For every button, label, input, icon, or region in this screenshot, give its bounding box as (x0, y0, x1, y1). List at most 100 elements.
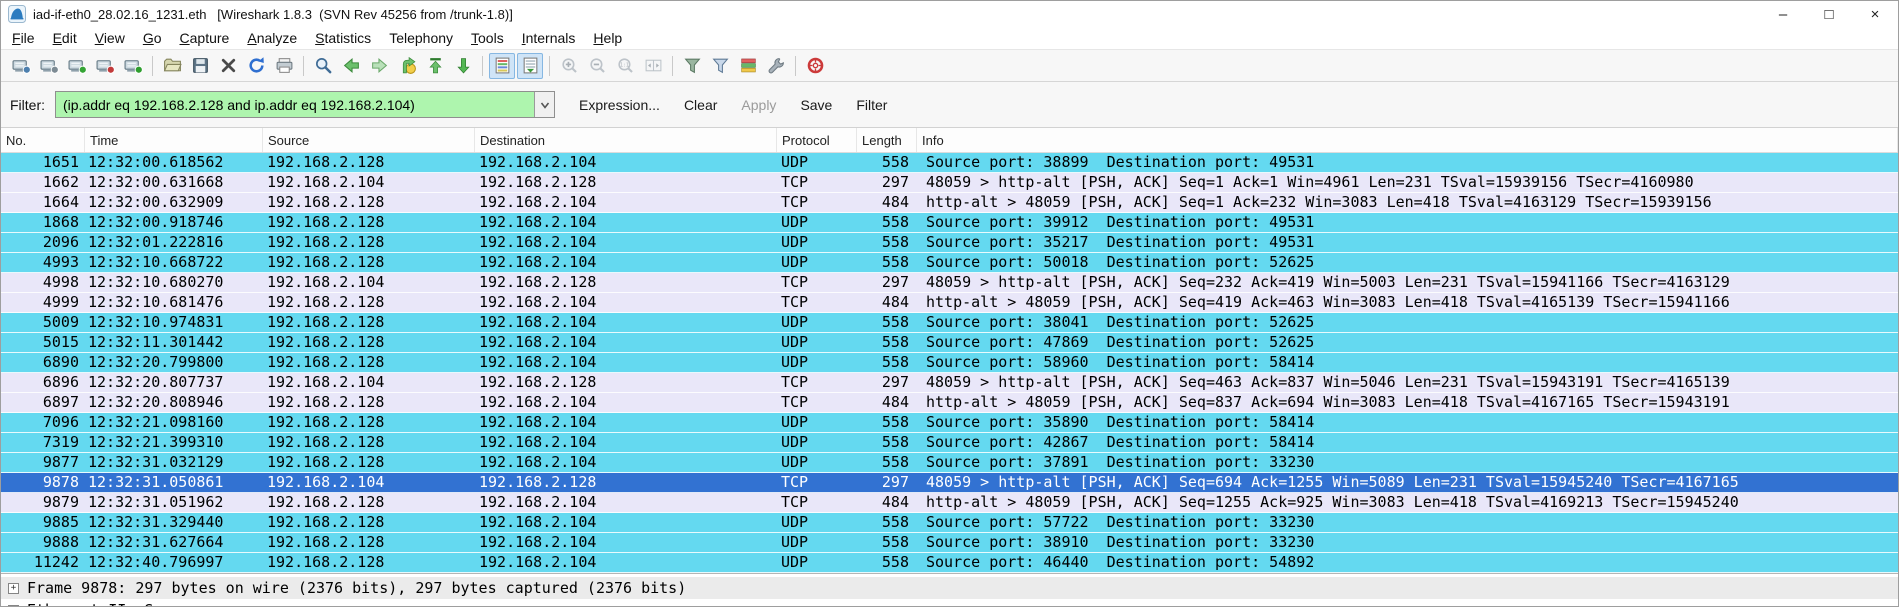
menu-statistics[interactable]: Statistics (306, 30, 380, 46)
column-header-protocol[interactable]: Protocol (777, 128, 857, 152)
detail-text: Ethernet II, Src: ... (27, 601, 217, 606)
packet-row[interactable]: 1664 12:32:00.632909 192.168.2.128 192.168.… (1, 193, 1898, 213)
column-header-destination[interactable]: Destination (475, 128, 777, 152)
packet-row[interactable]: 11242 12:32:40.796997 192.168.2.128 192.168… (1, 553, 1898, 573)
file-save-icon[interactable] (187, 53, 213, 79)
go-bottom-icon[interactable] (450, 53, 476, 79)
capture-restart-icon[interactable] (120, 53, 146, 79)
capture-start-icon[interactable] (64, 53, 90, 79)
file-open-icon[interactable] (159, 53, 185, 79)
packet-row[interactable]: 4999 12:32:10.681476 192.168.2.128 192.168.… (1, 293, 1898, 313)
cell-info: http-alt > 48059 [PSH, ACK] Seq=1255 Ack… (926, 493, 1739, 511)
cell-no: 1868 (42, 213, 79, 231)
cell-protocol: TCP (781, 193, 809, 211)
menu-telephony[interactable]: Telephony (380, 30, 462, 46)
packet-row[interactable]: 1651 12:32:00.618562 192.168.2.128 192.168.… (1, 153, 1898, 173)
reload-icon[interactable] (243, 53, 269, 79)
cell-time: 12:32:10.681476 (88, 293, 224, 311)
menu-file[interactable]: File (3, 30, 44, 46)
preferences-icon[interactable] (763, 53, 789, 79)
filter-input[interactable]: (ip.addr eq 192.168.2.128 and ip.addr eq… (55, 91, 555, 118)
packet-row[interactable]: 1868 12:32:00.918746 192.168.2.128 192.168.… (1, 213, 1898, 233)
menu-capture[interactable]: Capture (171, 30, 239, 46)
filter-dropdown-button[interactable] (534, 92, 554, 117)
packet-row[interactable]: 9877 12:32:31.032129 192.168.2.128 192.168.… (1, 453, 1898, 473)
column-header-length[interactable]: Length (857, 128, 917, 152)
cell-protocol: UDP (781, 413, 809, 431)
detail-tree-line[interactable]: + Ethernet II, Src: ... (1, 599, 1898, 606)
packet-row[interactable]: 6896 12:32:20.807737 192.168.2.104 192.168.… (1, 373, 1898, 393)
packet-row[interactable]: 9879 12:32:31.051962 192.168.2.128 192.168.… (1, 493, 1898, 513)
cell-time: 12:32:21.399310 (88, 433, 224, 451)
packet-row[interactable]: 5015 12:32:11.301442 192.168.2.128 192.168.… (1, 333, 1898, 353)
display-filter-icon[interactable] (707, 53, 733, 79)
capture-options-icon[interactable] (36, 53, 62, 79)
packet-row[interactable]: 7319 12:32:21.399310 192.168.2.128 192.168.… (1, 433, 1898, 453)
capture-interfaces-icon[interactable] (8, 53, 34, 79)
menu-view[interactable]: View (86, 30, 134, 46)
cell-destination: 192.168.2.104 (479, 313, 597, 331)
filter-clear-button[interactable]: Clear (684, 97, 717, 113)
filter-label[interactable]: Filter: (10, 97, 45, 113)
packet-row[interactable]: 4998 12:32:10.680270 192.168.2.104 192.168.… (1, 273, 1898, 293)
filter-save-button[interactable]: Save (800, 97, 832, 113)
packet-row[interactable]: 6890 12:32:20.799800 192.168.2.128 192.168.… (1, 353, 1898, 373)
column-header-source[interactable]: Source (263, 128, 475, 152)
go-top-icon[interactable] (422, 53, 448, 79)
maximize-button[interactable]: □ (1806, 1, 1852, 27)
column-header-no[interactable]: No. (1, 128, 85, 152)
cell-info: 48059 > http-alt [PSH, ACK] Seq=694 Ack=… (926, 473, 1739, 491)
resize-columns-icon[interactable] (640, 53, 666, 79)
print-icon[interactable] (271, 53, 297, 79)
cell-protocol: TCP (781, 473, 809, 491)
zoom-out-icon[interactable] (584, 53, 610, 79)
expander-icon[interactable]: + (8, 604, 19, 606)
close-button[interactable]: × (1852, 1, 1898, 27)
find-icon[interactable] (310, 53, 336, 79)
detail-tree-line[interactable]: + Frame 9878: 297 bytes on wire (2376 bit… (1, 577, 1898, 599)
minimize-button[interactable]: – (1760, 1, 1806, 27)
capture-stop-icon[interactable] (92, 53, 118, 79)
go-back-icon[interactable] (338, 53, 364, 79)
filter-apply-button[interactable]: Apply (741, 97, 776, 113)
packet-row[interactable]: 5009 12:32:10.974831 192.168.2.128 192.168.… (1, 313, 1898, 333)
autoscroll-icon[interactable] (517, 52, 543, 79)
packet-row[interactable]: 9885 12:32:31.329440 192.168.2.128 192.168.… (1, 513, 1898, 533)
menu-edit[interactable]: Edit (44, 30, 86, 46)
filter-filter-button[interactable]: Filter (856, 97, 887, 113)
menu-tools[interactable]: Tools (462, 30, 513, 46)
cell-protocol: TCP (781, 273, 809, 291)
go-forward-icon[interactable] (366, 53, 392, 79)
cell-no: 9877 (42, 453, 79, 471)
packet-row[interactable]: 9888 12:32:31.627664 192.168.2.128 192.168.… (1, 533, 1898, 553)
menu-help[interactable]: Help (584, 30, 631, 46)
expander-icon[interactable]: + (8, 582, 19, 594)
packet-row[interactable]: 1662 12:32:00.631668 192.168.2.104 192.168.… (1, 173, 1898, 193)
packet-row[interactable]: 2096 12:32:01.222816 192.168.2.128 192.168.… (1, 233, 1898, 253)
toolbar-separator (795, 55, 796, 76)
cell-time: 12:32:31.032129 (88, 453, 224, 471)
cell-protocol: TCP (781, 373, 809, 391)
menu-internals[interactable]: Internals (513, 30, 585, 46)
help-icon[interactable] (802, 53, 828, 79)
column-header-info[interactable]: Info (917, 128, 1898, 152)
menu-analyze[interactable]: Analyze (238, 30, 306, 46)
go-to-packet-icon[interactable] (394, 53, 420, 79)
packet-row[interactable]: 9878 12:32:31.050861 192.168.2.104 192.168.… (1, 473, 1898, 493)
menu-go[interactable]: Go (134, 30, 171, 46)
cell-no: 7096 (42, 413, 79, 431)
capture-filter-icon[interactable] (679, 53, 705, 79)
colorize-icon[interactable] (489, 52, 515, 79)
file-close-icon[interactable] (215, 53, 241, 79)
packet-row[interactable]: 6897 12:32:20.808946 192.168.2.128 192.168.… (1, 393, 1898, 413)
column-header-time[interactable]: Time (85, 128, 263, 152)
cell-length: 297 (881, 273, 909, 291)
zoom-100-icon[interactable]: 1:1 (612, 53, 638, 79)
packet-row[interactable]: 4993 12:32:10.668722 192.168.2.128 192.168.… (1, 253, 1898, 273)
cell-length: 558 (881, 313, 909, 331)
filter-buttons: Expression... Clear Apply Save Filter (555, 97, 887, 113)
filter-expression-button[interactable]: Expression... (579, 97, 660, 113)
zoom-in-icon[interactable] (556, 53, 582, 79)
packet-row[interactable]: 7096 12:32:21.098160 192.168.2.128 192.168.… (1, 413, 1898, 433)
coloring-rules-icon[interactable] (735, 53, 761, 79)
